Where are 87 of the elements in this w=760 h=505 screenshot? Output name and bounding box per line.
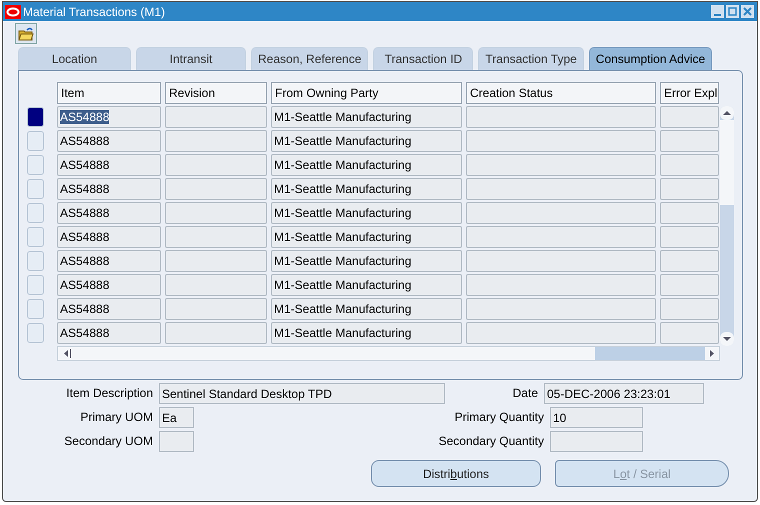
tab[interactable]: Consumption Advice — [588, 47, 712, 70]
column-header: Error Expl — [660, 82, 719, 104]
table-cell[interactable] — [466, 178, 656, 200]
input-field[interactable]: Ea — [159, 406, 194, 428]
table-cell[interactable] — [660, 202, 719, 224]
table-cell[interactable] — [466, 322, 656, 344]
table-cell[interactable] — [466, 130, 656, 152]
tab[interactable]: Intransit — [136, 47, 246, 70]
table-cell[interactable]: AS54888 — [57, 274, 161, 296]
input-field[interactable] — [550, 430, 643, 452]
table-cell[interactable]: AS54888 — [57, 250, 161, 272]
vertical-scrollbar[interactable] — [720, 106, 734, 346]
table-cell[interactable]: M1-Seattle Manufacturing — [271, 250, 462, 272]
table-cell[interactable]: AS54888 — [57, 154, 161, 176]
field-label: Date — [512, 386, 539, 400]
table-cell[interactable] — [660, 274, 719, 296]
scroll-up-icon[interactable] — [720, 106, 734, 120]
field-label: Primary UOM — [79, 410, 154, 424]
table-cell[interactable] — [466, 274, 656, 296]
table-cell[interactable] — [466, 226, 656, 248]
tab[interactable]: Transaction ID — [373, 47, 474, 70]
field-label: Secondary UOM — [63, 434, 154, 448]
table-cell[interactable] — [165, 154, 267, 176]
table-cell[interactable]: M1-Seattle Manufacturing — [271, 202, 462, 224]
table-cell[interactable]: AS54888 — [57, 130, 161, 152]
input-field[interactable]: 05-DEC-2006 23:23:01 — [544, 382, 704, 404]
tab[interactable]: Location — [18, 47, 131, 70]
table-cell[interactable] — [165, 202, 267, 224]
window-title: Material Transactions (M1) — [23, 4, 166, 18]
input-field[interactable]: 10 — [550, 406, 643, 428]
table-cell[interactable] — [165, 106, 267, 128]
table-cell[interactable] — [165, 298, 267, 320]
tab[interactable]: Reason, Reference — [251, 47, 368, 70]
field-label: Secondary Quantity — [438, 434, 545, 448]
column-header: Creation Status — [466, 82, 656, 104]
oracle-logo-icon — [5, 4, 21, 18]
table-cell[interactable] — [466, 154, 656, 176]
folder-icon — [18, 26, 34, 40]
table-cell[interactable] — [165, 250, 267, 272]
table-cell[interactable]: M1-Seattle Manufacturing — [271, 178, 462, 200]
table-cell[interactable]: M1-Seattle Manufacturing — [271, 226, 462, 248]
field-label: Primary Quantity — [454, 410, 545, 424]
table-cell[interactable]: AS54888 — [57, 106, 161, 128]
minimize-icon[interactable] — [711, 5, 724, 18]
table-cell[interactable] — [660, 226, 719, 248]
action-button[interactable]: Distributions — [371, 460, 541, 487]
close-icon[interactable] — [741, 5, 754, 18]
table-cell[interactable] — [466, 250, 656, 272]
table-cell[interactable]: M1-Seattle Manufacturing — [271, 154, 462, 176]
table-cell[interactable] — [660, 250, 719, 272]
table-cell[interactable]: M1-Seattle Manufacturing — [271, 130, 462, 152]
column-header: From Owning Party — [271, 82, 462, 104]
input-field[interactable] — [159, 430, 194, 452]
tab[interactable]: Transaction Type — [478, 47, 584, 70]
column-header: Revision — [165, 82, 267, 104]
table-cell[interactable] — [165, 322, 267, 344]
column-header: Item — [57, 82, 161, 104]
table-cell[interactable] — [660, 130, 719, 152]
table-cell[interactable]: AS54888 — [57, 202, 161, 224]
table-cell[interactable] — [165, 226, 267, 248]
table-cell[interactable]: M1-Seattle Manufacturing — [271, 274, 462, 296]
maximize-icon[interactable] — [726, 5, 739, 18]
table-cell[interactable]: AS54888 — [57, 298, 161, 320]
table-cell[interactable]: AS54888 — [57, 322, 161, 344]
table-cell[interactable]: M1-Seattle Manufacturing — [271, 298, 462, 320]
scroll-down-icon[interactable] — [720, 332, 734, 346]
table-cell[interactable] — [165, 274, 267, 296]
table-cell[interactable] — [660, 298, 719, 320]
input-field[interactable]: Sentinel Standard Desktop TPD — [159, 382, 445, 404]
open-folder-button[interactable] — [15, 23, 37, 44]
row-selector[interactable] — [27, 107, 44, 127]
field-label: Item Description — [65, 386, 154, 400]
table-cell[interactable]: AS54888 — [57, 226, 161, 248]
table-cell[interactable]: M1-Seattle Manufacturing — [271, 322, 462, 344]
table-cell[interactable]: M1-Seattle Manufacturing — [271, 106, 462, 128]
table-cell[interactable] — [660, 154, 719, 176]
table-cell[interactable]: AS54888 — [57, 178, 161, 200]
table-cell[interactable] — [165, 130, 267, 152]
table-cell[interactable] — [165, 178, 267, 200]
horizontal-scrollbar[interactable] — [57, 346, 720, 361]
table-cell[interactable] — [466, 298, 656, 320]
table-cell[interactable] — [466, 202, 656, 224]
scroll-right-icon[interactable] — [708, 349, 716, 358]
table-cell[interactable] — [660, 106, 719, 128]
table-cell[interactable] — [660, 322, 719, 344]
table-cell[interactable] — [466, 106, 656, 128]
table-cell[interactable] — [660, 178, 719, 200]
